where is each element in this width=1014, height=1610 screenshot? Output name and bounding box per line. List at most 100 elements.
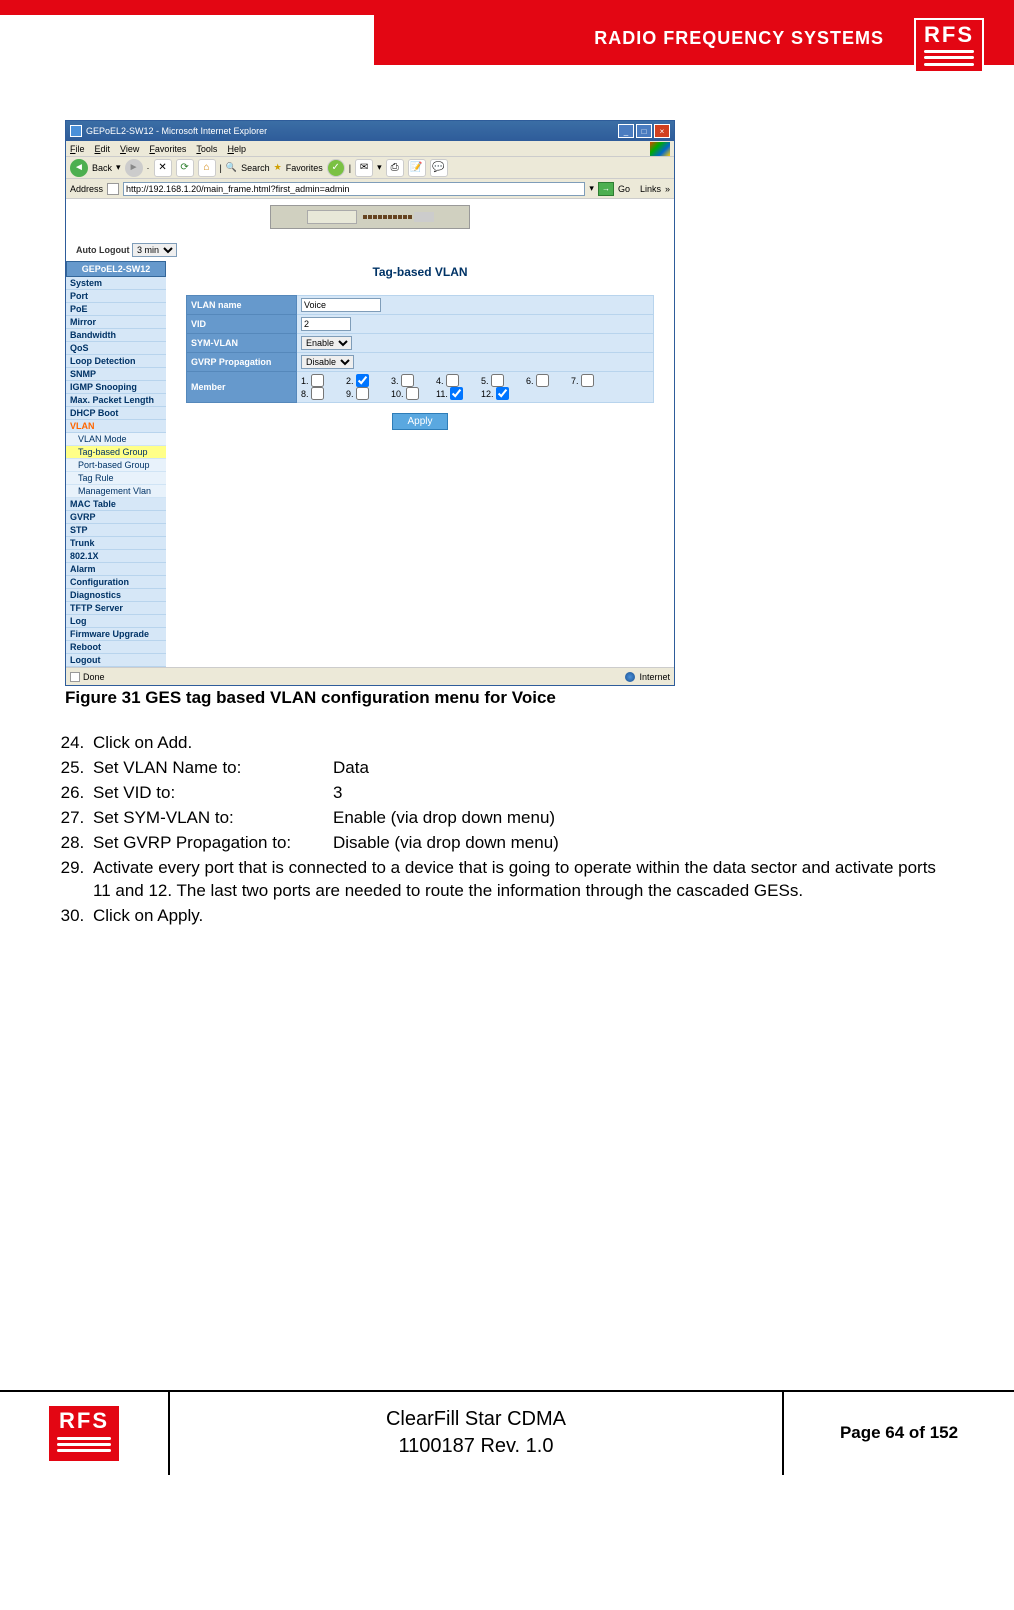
gvrp-select[interactable]: Disable [301, 355, 354, 369]
sidebar-item-qos[interactable]: QoS [66, 342, 166, 355]
sidebar-item-log[interactable]: Log [66, 615, 166, 628]
status-done: Done [83, 672, 105, 682]
member-checkbox-4[interactable] [446, 374, 459, 387]
menu-favorites[interactable]: Favorites [149, 144, 186, 154]
member-checkbox-8[interactable] [311, 387, 324, 400]
sidebar-item-tftp-server[interactable]: TFTP Server [66, 602, 166, 615]
sidebar-item-bandwidth[interactable]: Bandwidth [66, 329, 166, 342]
vid-input[interactable] [301, 317, 351, 331]
menu-file[interactable]: File [70, 144, 85, 154]
toolbar: ◄ Back ▾ ► · ✕ ⟳ ⌂ | 🔍 Search ★ Favorite… [66, 157, 674, 179]
address-dropdown-icon[interactable]: ▾ [589, 183, 594, 194]
back-dropdown-icon[interactable]: ▾ [116, 162, 121, 173]
member-label-5: 5. [481, 376, 489, 386]
sidebar-item-max-packet-length[interactable]: Max. Packet Length [66, 394, 166, 407]
member-checkbox-12[interactable] [496, 387, 509, 400]
sidebar-item-mac-table[interactable]: MAC Table [66, 498, 166, 511]
refresh-button[interactable]: ⟳ [176, 159, 194, 177]
footer-page-cell: Page 64 of 152 [784, 1392, 1014, 1475]
sidebar-item-mirror[interactable]: Mirror [66, 316, 166, 329]
window-title: GEPoEL2-SW12 - Microsoft Internet Explor… [86, 126, 267, 136]
address-input[interactable] [123, 182, 585, 196]
mail-dropdown-icon[interactable]: ▾ [377, 162, 382, 173]
search-icon[interactable]: 🔍 [226, 162, 237, 173]
sidebar-item-loop-detection[interactable]: Loop Detection [66, 355, 166, 368]
sidebar-item-8021x[interactable]: 802.1X [66, 550, 166, 563]
page-icon [107, 183, 119, 195]
sidebar-item-port[interactable]: Port [66, 290, 166, 303]
menu-help[interactable]: Help [227, 144, 246, 154]
edit-button[interactable]: 📝 [408, 159, 426, 177]
sidebar-sub-tag-rule[interactable]: Tag Rule [66, 472, 166, 485]
vlan-name-label: VLAN name [187, 296, 297, 315]
sidebar-item-stp[interactable]: STP [66, 524, 166, 537]
footer-page-number: Page 64 of 152 [840, 1423, 958, 1443]
footer-title-line1: ClearFill Star CDMA [386, 1408, 566, 1431]
internet-zone-icon [625, 672, 635, 682]
apply-button[interactable]: Apply [392, 413, 447, 430]
auto-logout-select[interactable]: 3 min [132, 243, 177, 257]
member-5: 5. [481, 374, 526, 387]
print-button[interactable]: ⎙ [386, 159, 404, 177]
back-button[interactable]: ◄ [70, 159, 88, 177]
sidebar-item-alarm[interactable]: Alarm [66, 563, 166, 576]
header-red-banner: RADIO FREQUENCY SYSTEMS RFS [374, 0, 1014, 65]
instructions-list: Click on Add.Set VLAN Name to:DataSet VI… [89, 732, 954, 928]
search-label[interactable]: Search [241, 163, 270, 173]
sidebar-item-vlan[interactable]: VLAN [66, 420, 166, 433]
sidebar-item-poe[interactable]: PoE [66, 303, 166, 316]
sidebar-item-gvrp[interactable]: GVRP [66, 511, 166, 524]
links-label[interactable]: Links [640, 184, 661, 194]
mail-button[interactable]: ✉ [355, 159, 373, 177]
instruction-step-29: Activate every port that is connected to… [89, 857, 954, 903]
stop-button[interactable]: ✕ [154, 159, 172, 177]
sidebar-sub-port-based-group[interactable]: Port-based Group [66, 459, 166, 472]
discuss-button[interactable]: 💬 [430, 159, 448, 177]
menu-tools[interactable]: Tools [196, 144, 217, 154]
links-expand-icon[interactable]: » [665, 184, 670, 194]
close-button[interactable]: × [654, 124, 670, 138]
favorites-icon[interactable]: ★ [274, 162, 282, 173]
sym-vlan-select[interactable]: Enable [301, 336, 352, 350]
member-label-6: 6. [526, 376, 534, 386]
sidebar-item-igmp-snooping[interactable]: IGMP Snooping [66, 381, 166, 394]
sidebar-sub-tag-based-group[interactable]: Tag-based Group [66, 446, 166, 459]
member-checkbox-9[interactable] [356, 387, 369, 400]
member-checkbox-6[interactable] [536, 374, 549, 387]
member-checkbox-7[interactable] [581, 374, 594, 387]
sidebar-sub-management-vlan[interactable]: Management Vlan [66, 485, 166, 498]
sidebar-sub-vlan-mode[interactable]: VLAN Mode [66, 433, 166, 446]
step-value: Disable (via drop down menu) [333, 832, 559, 855]
maximize-button[interactable]: □ [636, 124, 652, 138]
go-label[interactable]: Go [618, 184, 630, 194]
member-checkbox-5[interactable] [491, 374, 504, 387]
menu-view[interactable]: View [120, 144, 139, 154]
sidebar-item-logout[interactable]: Logout [66, 654, 166, 667]
back-label[interactable]: Back [92, 163, 112, 173]
menu-edit[interactable]: Edit [95, 144, 111, 154]
member-checkbox-1[interactable] [311, 374, 324, 387]
sidebar-item-dhcp-boot[interactable]: DHCP Boot [66, 407, 166, 420]
ie-icon [70, 125, 82, 137]
home-button[interactable]: ⌂ [198, 159, 216, 177]
member-checkbox-3[interactable] [401, 374, 414, 387]
sidebar-item-configuration[interactable]: Configuration [66, 576, 166, 589]
minimize-button[interactable]: _ [618, 124, 634, 138]
member-checkbox-11[interactable] [450, 387, 463, 400]
sidebar-item-firmware-upgrade[interactable]: Firmware Upgrade [66, 628, 166, 641]
status-internet: Internet [639, 672, 670, 682]
vlan-name-input[interactable] [301, 298, 381, 312]
sidebar-item-trunk[interactable]: Trunk [66, 537, 166, 550]
member-checkbox-2[interactable] [356, 374, 369, 387]
sidebar-item-diagnostics[interactable]: Diagnostics [66, 589, 166, 602]
vid-label: VID [187, 315, 297, 334]
forward-button[interactable]: ► [125, 159, 143, 177]
sidebar-item-system[interactable]: System [66, 277, 166, 290]
history-button[interactable]: ✓ [327, 159, 345, 177]
sidebar-item-reboot[interactable]: Reboot [66, 641, 166, 654]
favorites-label[interactable]: Favorites [286, 163, 323, 173]
sidebar-item-snmp[interactable]: SNMP [66, 368, 166, 381]
member-checkbox-10[interactable] [406, 387, 419, 400]
go-button[interactable]: → [598, 182, 614, 196]
member-label-4: 4. [436, 376, 444, 386]
